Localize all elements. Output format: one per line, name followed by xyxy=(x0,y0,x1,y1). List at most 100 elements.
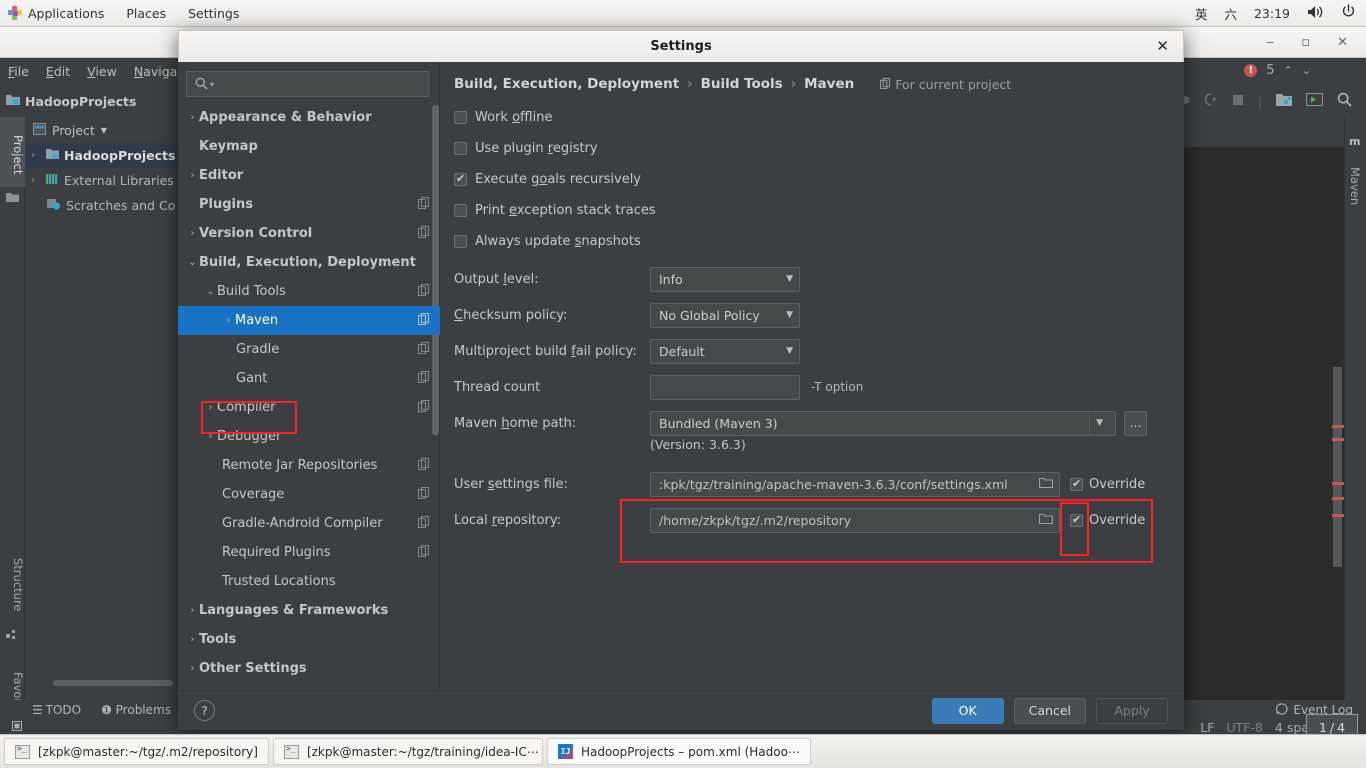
status-line-separator[interactable]: LF xyxy=(1200,720,1214,735)
search-dropdown-icon[interactable]: ▾ xyxy=(210,80,214,89)
minimize-icon[interactable]: ‒ xyxy=(1266,35,1274,50)
chevron-down-icon[interactable]: ⌄ xyxy=(186,257,199,268)
settings-tree-item-build-tools[interactable]: ⌄ Build Tools xyxy=(178,277,440,306)
settings-tree-item-gradle-android-compiler[interactable]: Gradle-Android Compiler xyxy=(178,509,440,538)
checkbox-icon[interactable] xyxy=(1070,477,1083,491)
sidebar-item-project[interactable]: Project xyxy=(0,117,25,187)
input-method-indicator[interactable]: 英 xyxy=(1195,4,1208,23)
project-tree-item-external-libraries[interactable]: › External Libraries xyxy=(25,168,184,193)
settings-menu[interactable]: Settings xyxy=(188,6,239,21)
chevron-right-icon[interactable]: › xyxy=(186,228,199,239)
settings-tree-item-other-settings[interactable]: › Other Settings xyxy=(178,654,440,683)
settings-tree-item-languages-frameworks[interactable]: › Languages & Frameworks xyxy=(178,596,440,625)
chevron-down-icon[interactable]: ▼ xyxy=(101,126,107,135)
copy-to-project-icon[interactable] xyxy=(418,283,430,300)
taskbar-item-intellij[interactable]: IJ HadoopProjects – pom.xml (Hadoo⋯ xyxy=(546,738,811,765)
settings-tree-item-compiler[interactable]: › Compiler xyxy=(178,393,440,422)
settings-tree-item-editor[interactable]: › Editor xyxy=(178,161,440,190)
stop-icon[interactable] xyxy=(1232,94,1244,109)
local-repository-input[interactable]: /home/zkpk/tgz/.m2/repository xyxy=(650,507,1060,533)
settings-tree-item-gant[interactable]: Gant xyxy=(178,364,440,393)
folder-browse-icon[interactable] xyxy=(1038,477,1054,492)
copy-to-project-icon[interactable] xyxy=(418,312,430,329)
copy-to-project-icon[interactable] xyxy=(418,370,430,387)
breadcrumb-part-1[interactable]: Build, Execution, Deployment xyxy=(454,76,679,92)
settings-tree-item-trusted-locations[interactable]: Trusted Locations xyxy=(178,567,440,596)
chevron-down-icon[interactable]: ⌄ xyxy=(204,286,217,297)
project-pane-hscrollbar[interactable] xyxy=(53,680,173,686)
places-menu[interactable]: Places xyxy=(126,6,166,21)
copy-to-project-icon[interactable] xyxy=(418,544,430,561)
settings-tree-item-appearance-behavior[interactable]: › Appearance & Behavior xyxy=(178,103,440,132)
copy-to-project-icon[interactable] xyxy=(418,225,430,242)
chevron-right-icon[interactable]: › xyxy=(186,605,199,616)
settings-tree-item-keymap[interactable]: Keymap xyxy=(178,132,440,161)
thread-count-input[interactable] xyxy=(650,374,800,400)
run-with-coverage-icon[interactable] xyxy=(1204,93,1218,109)
chevron-right-icon[interactable]: › xyxy=(204,402,217,413)
next-problem-icon[interactable]: ⌄ xyxy=(1302,64,1311,77)
settings-tree-item-required-plugins[interactable]: Required Plugins xyxy=(178,538,440,567)
error-stripe-mark[interactable] xyxy=(1332,497,1344,500)
editor-scrollbar-thumb[interactable] xyxy=(1333,367,1342,567)
chevron-right-icon[interactable]: › xyxy=(186,663,199,674)
checkbox-icon[interactable] xyxy=(454,142,467,155)
search-input[interactable] xyxy=(219,76,420,92)
cancel-button[interactable]: Cancel xyxy=(1013,697,1086,724)
settings-tree-item-debugger[interactable]: › Debugger xyxy=(178,422,440,451)
chevron-down-icon[interactable]: ▼ xyxy=(778,310,793,320)
folder-browse-icon[interactable] xyxy=(1038,513,1054,528)
error-stripe-mark[interactable] xyxy=(1332,425,1344,428)
copy-to-project-icon[interactable] xyxy=(418,196,430,213)
editor-scrollbar[interactable] xyxy=(1332,367,1344,567)
taskbar-item-terminal-2[interactable]: [zkpk@master:~/tgz/training/idea-IC⋯ xyxy=(272,738,543,765)
multiproject-select[interactable]: Default ▼ xyxy=(650,338,800,364)
checksum-policy-select[interactable]: No Global Policy ▼ xyxy=(650,302,800,328)
checkbox-icon[interactable] xyxy=(454,172,467,186)
settings-tree-item-remote-jar-repositories[interactable]: Remote Jar Repositories xyxy=(178,451,440,480)
project-tree-item-hadoopprojects[interactable]: › HadoopProjects xyxy=(25,143,184,168)
power-icon[interactable] xyxy=(1341,4,1356,22)
copy-to-project-icon[interactable] xyxy=(418,486,430,503)
status-todo[interactable]: ☰ TODO xyxy=(32,703,81,717)
previous-problem-icon[interactable]: ⌃ xyxy=(1284,64,1293,77)
error-stripe-mark[interactable] xyxy=(1332,482,1344,485)
chevron-right-icon[interactable]: › xyxy=(186,112,199,123)
output-level-select[interactable]: Info ▼ xyxy=(650,266,800,292)
taskbar-item-terminal-1[interactable]: [zkpk@master:~/tgz/.m2/repository] xyxy=(4,738,269,765)
menu-edit[interactable]: Edit xyxy=(46,64,70,79)
project-structure-icon[interactable] xyxy=(1276,93,1292,110)
status-problems[interactable]: ❶ Problems xyxy=(101,703,171,717)
maven-home-browse-button[interactable]: … xyxy=(1124,410,1147,436)
chevron-right-icon[interactable]: › xyxy=(186,634,199,645)
copy-to-project-icon[interactable] xyxy=(418,341,430,358)
copy-to-project-icon[interactable] xyxy=(418,515,430,532)
checkbox-icon[interactable] xyxy=(454,235,467,248)
chevron-right-icon[interactable]: › xyxy=(204,431,217,442)
sidebar-item-maven[interactable]: Maven xyxy=(1348,167,1362,205)
speaker-icon[interactable] xyxy=(1307,5,1324,22)
settings-tree-item-plugins[interactable]: Plugins xyxy=(178,190,440,219)
chevron-right-icon[interactable]: › xyxy=(186,170,199,181)
help-button[interactable]: ? xyxy=(194,700,215,721)
close-icon[interactable]: ✕ xyxy=(1156,39,1169,54)
settings-tree-item-build-execution-deployment[interactable]: ⌄ Build, Execution, Deployment xyxy=(178,248,440,277)
settings-tree-item-gradle[interactable]: Gradle xyxy=(178,335,440,364)
chevron-right-icon[interactable]: › xyxy=(31,175,41,186)
maven-home-select[interactable]: Bundled (Maven 3) ▼ xyxy=(650,410,1116,436)
checkbox-icon[interactable] xyxy=(454,204,467,217)
breadcrumb-part-2[interactable]: Build Tools xyxy=(701,76,783,92)
chevron-down-icon[interactable]: ▼ xyxy=(1089,411,1109,435)
checkbox-execute-goals-recursively[interactable]: Execute goals recursively xyxy=(440,164,1184,195)
status-toggle-icon[interactable] xyxy=(0,719,24,736)
user-settings-override[interactable]: Override xyxy=(1070,477,1145,492)
settings-search-box[interactable]: ▾ xyxy=(186,71,429,97)
chevron-right-icon[interactable]: › xyxy=(222,315,235,326)
close-icon[interactable]: ✕ xyxy=(1337,35,1348,50)
search-everywhere-icon[interactable] xyxy=(1337,92,1352,110)
checkbox-print-exception-stack-traces[interactable]: Print exception stack traces xyxy=(440,195,1184,226)
checkbox-icon[interactable] xyxy=(454,111,467,124)
error-stripe-mark[interactable] xyxy=(1332,438,1344,441)
checkbox-always-update-snapshots[interactable]: Always update snapshots xyxy=(440,226,1184,257)
sidebar-item-structure[interactable]: Structure xyxy=(0,547,25,622)
